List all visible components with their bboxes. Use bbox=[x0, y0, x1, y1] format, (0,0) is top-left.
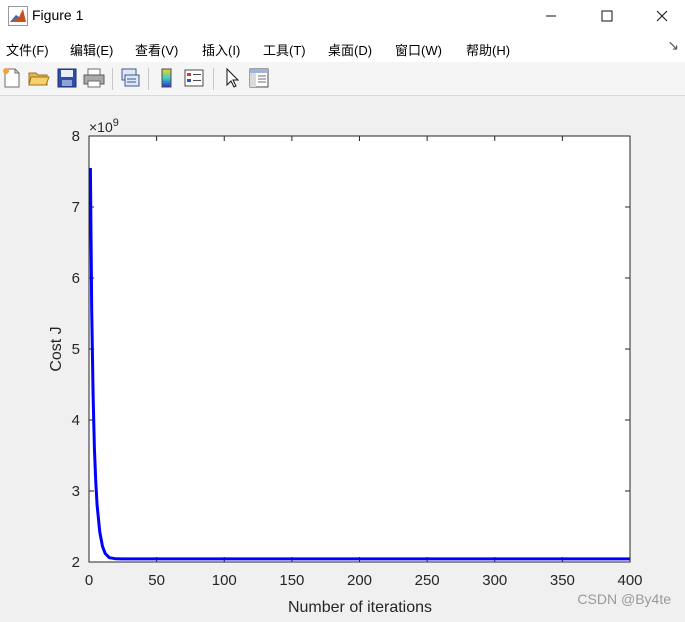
close-button[interactable] bbox=[639, 0, 685, 32]
y-exponent-multiplier: ×109 bbox=[89, 117, 119, 135]
toolbar-separator bbox=[148, 68, 149, 90]
x-tick-label: 300 bbox=[482, 572, 507, 589]
y-tick-label: 2 bbox=[72, 554, 80, 571]
window-title: Figure 1 bbox=[32, 7, 84, 23]
y-tick-label: 6 bbox=[72, 270, 80, 287]
figure-canvas: 0 50 100 150 200 250 300 350 400 2 3 4 5 6 7 8 ×109 Nu… bbox=[0, 96, 685, 617]
x-tick-label: 50 bbox=[148, 572, 165, 589]
open-file-icon[interactable] bbox=[27, 66, 51, 90]
x-tick-label: 350 bbox=[550, 572, 575, 589]
menu-bar: 文件(F) 编辑(E) 查看(V) 插入(I) 工具(T) 桌面(D) 窗口(W… bbox=[0, 32, 685, 62]
menu-help[interactable]: 帮助(H) bbox=[466, 40, 510, 59]
new-figure-icon[interactable] bbox=[0, 66, 24, 90]
menu-view[interactable]: 查看(V) bbox=[135, 40, 178, 59]
toolbar-separator bbox=[213, 68, 214, 90]
x-axis-label: Number of iterations bbox=[288, 599, 432, 616]
y-tick-label: 7 bbox=[72, 199, 80, 216]
menu-file[interactable]: 文件(F) bbox=[6, 40, 49, 59]
insert-colorbar-icon[interactable] bbox=[155, 66, 179, 90]
title-bar: Figure 1 bbox=[0, 0, 685, 32]
toolbar-separator bbox=[112, 68, 113, 90]
menu-insert[interactable]: 插入(I) bbox=[202, 40, 240, 59]
x-tick-label: 150 bbox=[279, 572, 304, 589]
cost-plot[interactable]: 0 50 100 150 200 250 300 350 400 2 3 4 5 6 7 8 ×109 Nu… bbox=[0, 96, 685, 617]
x-tick-label: 200 bbox=[347, 572, 372, 589]
menu-desktop[interactable]: 桌面(D) bbox=[328, 40, 372, 59]
minimize-button[interactable] bbox=[528, 0, 574, 32]
maximize-icon bbox=[601, 10, 613, 22]
insert-legend-icon[interactable] bbox=[182, 66, 206, 90]
x-tick-label: 400 bbox=[617, 572, 642, 589]
figure-toolbar bbox=[0, 62, 685, 96]
y-axis-label: Cost J bbox=[48, 326, 65, 371]
y-tick-label: 3 bbox=[72, 483, 80, 500]
menu-edit[interactable]: 编辑(E) bbox=[70, 40, 113, 59]
property-inspector-icon[interactable] bbox=[247, 66, 271, 90]
watermark: CSDN @By4te bbox=[577, 591, 671, 607]
x-tick-label: 0 bbox=[85, 572, 93, 589]
menu-overflow-icon[interactable]: ↘ bbox=[667, 37, 679, 54]
close-icon bbox=[656, 10, 668, 22]
menu-tools[interactable]: 工具(T) bbox=[263, 40, 306, 59]
matlab-logo-icon bbox=[8, 6, 28, 26]
axes-background bbox=[89, 136, 630, 562]
minimize-icon bbox=[546, 15, 556, 17]
menu-window[interactable]: 窗口(W) bbox=[395, 40, 442, 59]
save-icon[interactable] bbox=[55, 66, 79, 90]
x-tick-label: 100 bbox=[212, 572, 237, 589]
y-tick-label: 5 bbox=[72, 341, 80, 358]
edit-plot-cursor-icon[interactable] bbox=[221, 66, 245, 90]
link-plot-icon[interactable] bbox=[118, 66, 142, 90]
y-tick-label: 8 bbox=[72, 128, 80, 145]
maximize-button[interactable] bbox=[584, 0, 630, 32]
y-tick-label: 4 bbox=[72, 412, 80, 429]
x-tick-label: 250 bbox=[415, 572, 440, 589]
print-icon[interactable] bbox=[82, 66, 106, 90]
